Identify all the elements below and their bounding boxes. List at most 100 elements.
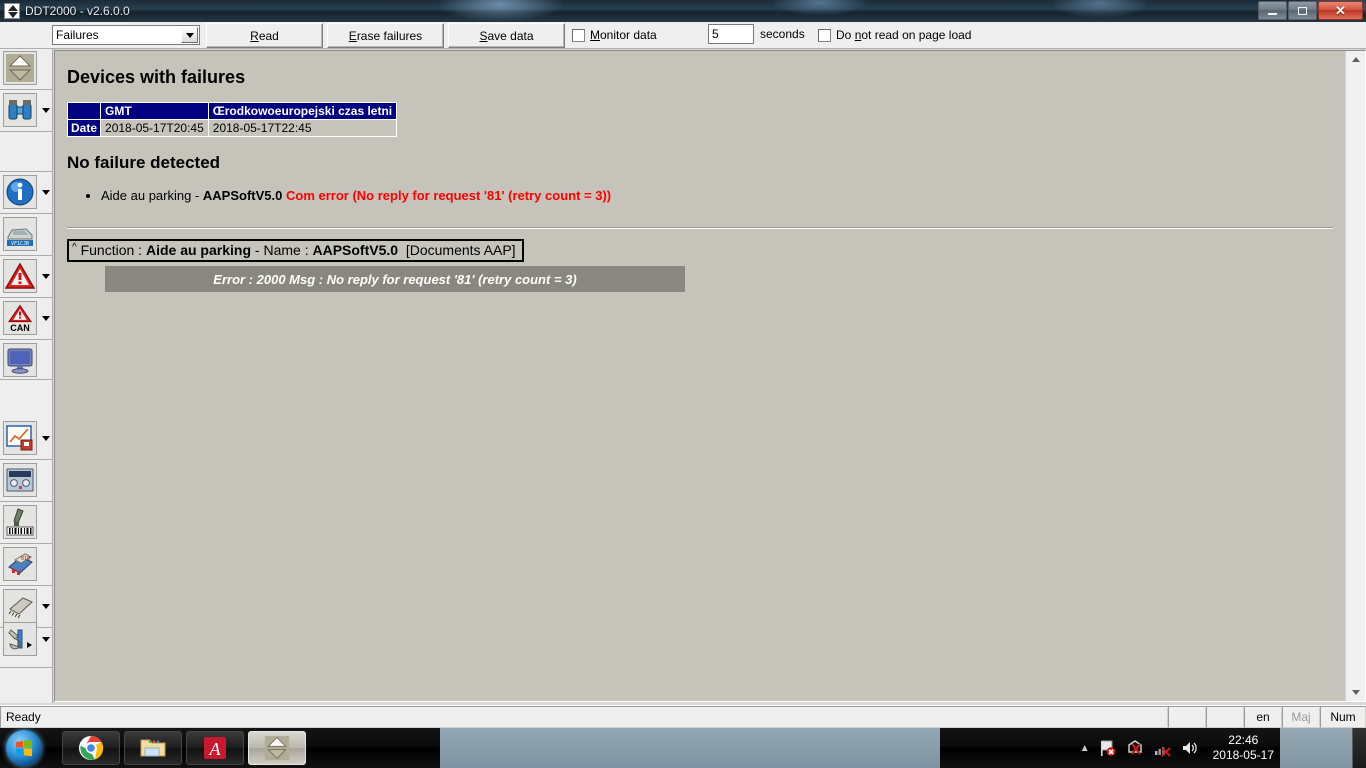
scroll-down-icon[interactable]	[1346, 684, 1365, 701]
chip-programmer-icon: 010	[8, 553, 33, 575]
window-titlebar[interactable]: DDT2000 - v2.6.0.0 ✕	[0, 0, 1366, 22]
barcode-scanner-icon	[6, 508, 34, 536]
sidebar-item-failures[interactable]	[3, 259, 37, 293]
sidebar-item-barcode[interactable]	[3, 505, 37, 539]
windows-start-icon	[16, 739, 32, 757]
status-pane-blank1	[1168, 706, 1206, 728]
network-disconnected-icon[interactable]	[1126, 739, 1144, 757]
failure-error: Com error (No reply for request '81' (re…	[286, 188, 612, 203]
table-corner-cell	[66, 102, 102, 120]
titlebar-glass	[200, 0, 1366, 22]
sidebar-item-vehicle[interactable]: VF1CJB	[3, 217, 37, 251]
sidebar-record-dropdown[interactable]	[39, 421, 52, 455]
table-col-local: Œrodkowoeuropejski czas letni	[207, 102, 398, 120]
interval-value: 5	[712, 27, 719, 41]
car-vin-icon: VF1CJB	[7, 228, 33, 247]
svg-text:✖: ✖	[1108, 749, 1114, 757]
sidebar-item-programmer[interactable]: 010	[3, 547, 37, 581]
status-num-lock: Num	[1320, 706, 1366, 728]
sidebar-item-record[interactable]	[3, 421, 37, 455]
report-page: Devices with failures GMT Œrodkowoeurope…	[55, 51, 1345, 701]
minimize-icon	[1268, 12, 1277, 15]
sidebar-item-can[interactable]: CAN	[3, 301, 37, 335]
interval-input[interactable]: 5	[708, 24, 754, 44]
svg-text:010: 010	[21, 556, 30, 562]
main-toolbar	[0, 22, 1366, 49]
failure-device: Aide au parking -	[101, 188, 203, 203]
failure-list: Aide au parking - AAPSoftV5.0 Com error …	[67, 187, 1333, 205]
collapse-caret-icon[interactable]: ^	[72, 242, 77, 253]
taskbar-button-explorer[interactable]	[124, 731, 182, 765]
sidebar-failures-dropdown[interactable]	[39, 259, 52, 293]
can-warning-icon	[7, 304, 33, 323]
failure-software: AAPSoftV5.0	[202, 188, 283, 203]
sidebar-tools-dropdown[interactable]	[39, 622, 52, 656]
status-language: en	[1244, 706, 1282, 728]
no-read-on-page-load-checkbox[interactable]: Do not read on page load	[818, 28, 971, 42]
chevron-down-icon[interactable]	[181, 27, 198, 43]
sidebar-search-dropdown[interactable]	[39, 93, 52, 127]
start-button[interactable]	[6, 730, 42, 766]
checkbox-box[interactable]	[818, 28, 831, 42]
checkbox-box[interactable]	[572, 28, 585, 42]
read-button-label: Read	[250, 28, 279, 43]
sidebar-item-search[interactable]	[3, 93, 37, 127]
mode-select[interactable]: Failures	[52, 25, 200, 45]
function-name: Aide au parking	[145, 242, 251, 258]
table-cell-local-value: 2018-05-17T22:45	[207, 119, 398, 137]
svg-text:A: A	[209, 739, 222, 759]
erase-failures-label: Erase failures	[348, 28, 423, 43]
sidebar-item-memory[interactable]	[3, 589, 37, 623]
taskbar-button-chrome[interactable]	[62, 731, 120, 765]
updown-triangles-icon	[6, 54, 34, 82]
chart-save-icon	[6, 425, 33, 451]
memory-chip-icon	[8, 597, 33, 619]
chrome-taskbar-icon	[79, 736, 104, 760]
content-area: Devices with failures GMT Œrodkowoeurope…	[54, 50, 1366, 702]
date-table: GMT Œrodkowoeuropejski czas letni Date 2…	[66, 102, 398, 137]
page-title: Devices with failures	[67, 67, 246, 87]
scroll-up-icon[interactable]	[1346, 51, 1365, 68]
show-desktop-button[interactable]	[1352, 728, 1366, 768]
sidebar-item-updown[interactable]	[3, 51, 37, 85]
status-caps-lock: Maj	[1282, 706, 1320, 728]
taskbar-button-ddt2000[interactable]	[248, 731, 306, 765]
minimize-button[interactable]	[1258, 1, 1287, 20]
sidebar-item-info[interactable]	[3, 175, 37, 209]
sidebar-memory-dropdown[interactable]	[39, 589, 52, 623]
monitor-data-checkbox[interactable]: Monitor data	[572, 28, 657, 42]
can-label: CAN	[10, 323, 30, 333]
restore-button[interactable]	[1288, 1, 1317, 20]
name-label: Name :	[263, 242, 309, 258]
save-data-label: Save data	[479, 28, 534, 43]
table-row: Date 2018-05-17T20:45 2018-05-17T22:45	[66, 119, 398, 137]
sidebar-item-controls[interactable]	[3, 463, 37, 497]
show-hidden-icons-icon[interactable]: ▲	[1080, 743, 1090, 754]
table-row-header-date: Date	[66, 119, 102, 137]
window-title: DDT2000 - v2.6.0.0	[25, 4, 130, 18]
status-pane-blank2	[1206, 706, 1244, 728]
status-message: Ready	[0, 706, 1168, 728]
close-icon: ✕	[1335, 3, 1346, 18]
sidebar-info-dropdown[interactable]	[39, 175, 52, 209]
sidebar-item-tools[interactable]	[3, 622, 37, 656]
sidebar-can-dropdown[interactable]	[39, 301, 52, 335]
erase-failures-button[interactable]: Erase failures	[327, 23, 444, 48]
control-panel-icon	[6, 468, 34, 492]
signal-none-icon[interactable]	[1153, 739, 1171, 757]
function-header-box[interactable]: ^ Function : Aide au parking - Name : AA…	[67, 239, 524, 262]
left-sidebar: VF1CJB CAN 010	[0, 49, 53, 703]
ddt2000-taskbar-icon	[264, 735, 290, 761]
content-vertical-scrollbar[interactable]	[1345, 51, 1365, 701]
sidebar-item-monitor[interactable]	[3, 343, 37, 377]
documents-link[interactable]: [Documents AAP]	[406, 242, 516, 258]
taskbar-button-acrobat[interactable]: A	[186, 731, 244, 765]
volume-icon[interactable]	[1180, 739, 1198, 757]
flag-error-icon[interactable]: ✖	[1099, 739, 1117, 757]
close-button[interactable]: ✕	[1318, 1, 1363, 20]
save-data-button[interactable]: Save data	[448, 23, 565, 48]
read-button[interactable]: Read	[206, 23, 323, 48]
taskbar-clock[interactable]: 22:46 2018-05-17	[1213, 733, 1274, 763]
monitor-data-label: Monitor data	[590, 28, 657, 42]
svg-text:VF1CJB: VF1CJB	[11, 241, 29, 247]
